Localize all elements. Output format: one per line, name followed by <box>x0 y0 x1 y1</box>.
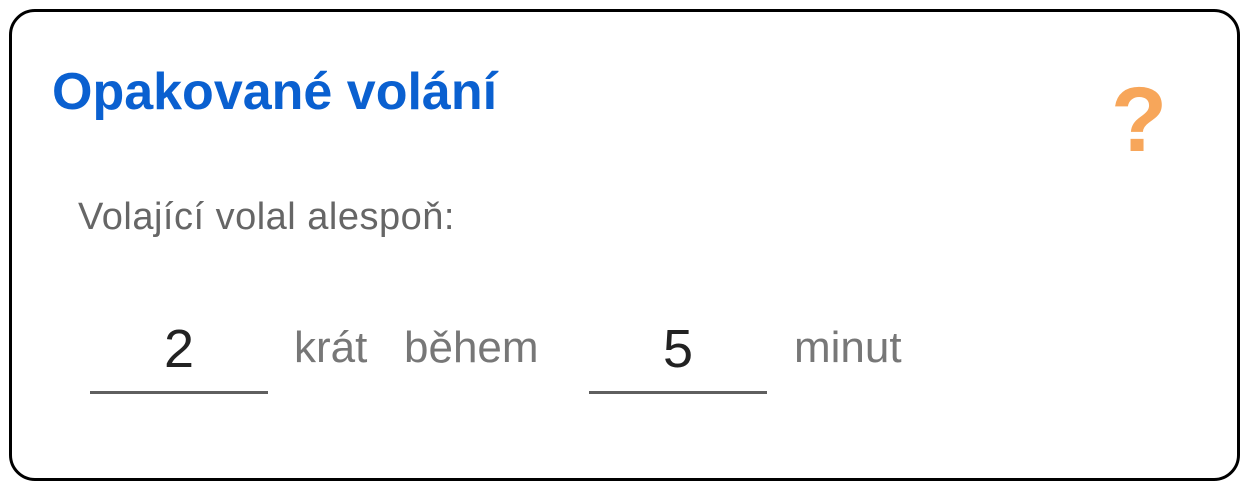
question-mark-icon[interactable]: ? <box>1106 74 1172 166</box>
minutes-input[interactable] <box>589 312 767 394</box>
caller-called-label: Volající volal alespoň: <box>78 196 455 238</box>
times-label: krát <box>294 323 368 372</box>
dialog-title: Opakované volání <box>52 63 498 121</box>
times-input[interactable] <box>90 312 268 394</box>
during-label: během <box>404 323 539 372</box>
repeat-call-dialog: Opakované volání ? Volající volal alespo… <box>9 9 1240 481</box>
minutes-label: minut <box>794 323 902 372</box>
